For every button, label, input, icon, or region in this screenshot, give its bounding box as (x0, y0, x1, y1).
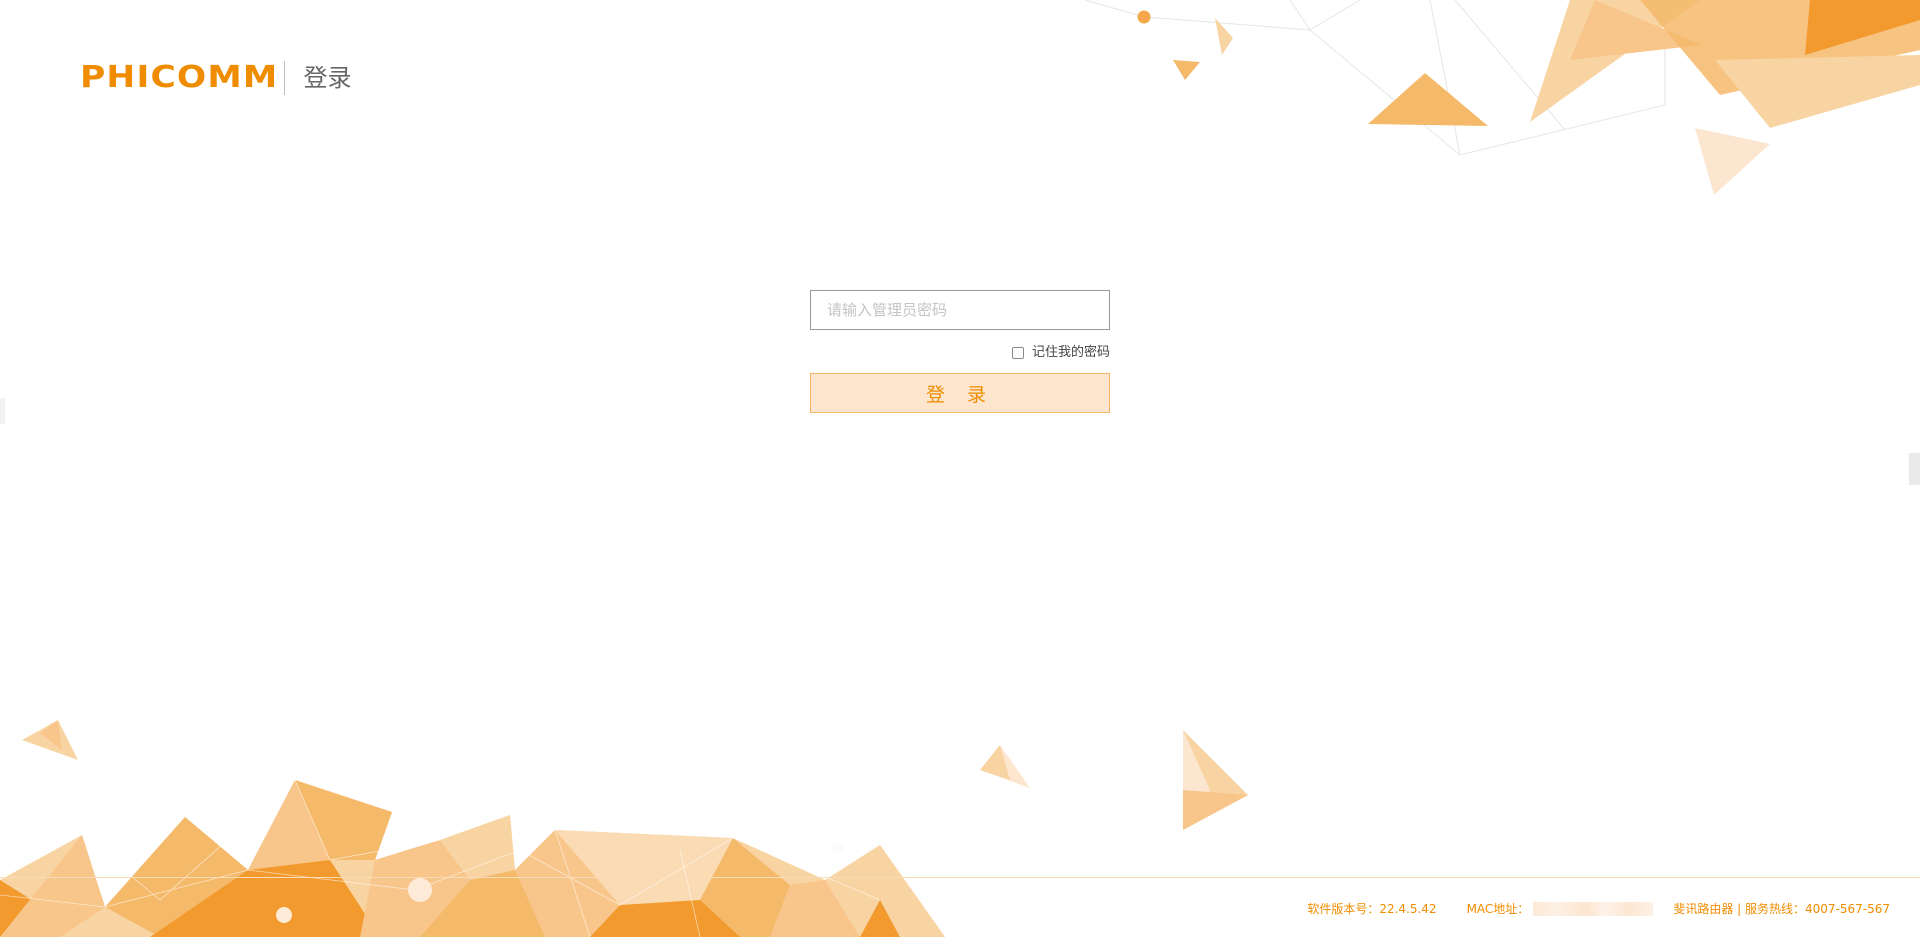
mac-address-label: MAC地址： (1466, 902, 1530, 916)
mac-address: MAC地址： (1467, 900, 1654, 917)
footer: 软件版本号：22.4.5.42 MAC地址： 斐讯路由器 | 服务热线：4007… (1307, 900, 1890, 917)
software-version: 软件版本号：22.4.5.42 (1307, 902, 1437, 916)
login-button[interactable]: 登 录 (810, 373, 1110, 413)
service-hotline: 斐讯路由器 | 服务热线：4007-567-567 (1673, 902, 1890, 916)
right-scroll-handle[interactable] (1909, 453, 1920, 485)
login-page: PHICOMM 登录 记住我的密码 登 录 软件版本号：22.4.5.42 MA… (0, 0, 1920, 937)
password-input[interactable] (810, 290, 1110, 330)
page-title: 登录 (303, 64, 352, 92)
bottom-left-polygons (0, 720, 1248, 937)
header: PHICOMM 登录 (80, 58, 351, 98)
remember-password-row: 记住我的密码 (810, 345, 1110, 361)
login-form: 记住我的密码 登 录 (810, 290, 1110, 413)
left-edge-tab (0, 398, 5, 424)
mac-address-redacted (1533, 901, 1654, 916)
footer-divider (0, 877, 1920, 878)
top-right-polygons (1084, 0, 1920, 195)
background-decoration (0, 0, 1920, 937)
phicomm-logo: PHICOMM (80, 60, 279, 95)
remember-password-checkbox[interactable] (1011, 347, 1024, 359)
remember-password-label[interactable]: 记住我的密码 (1032, 345, 1110, 361)
header-divider (284, 61, 286, 95)
